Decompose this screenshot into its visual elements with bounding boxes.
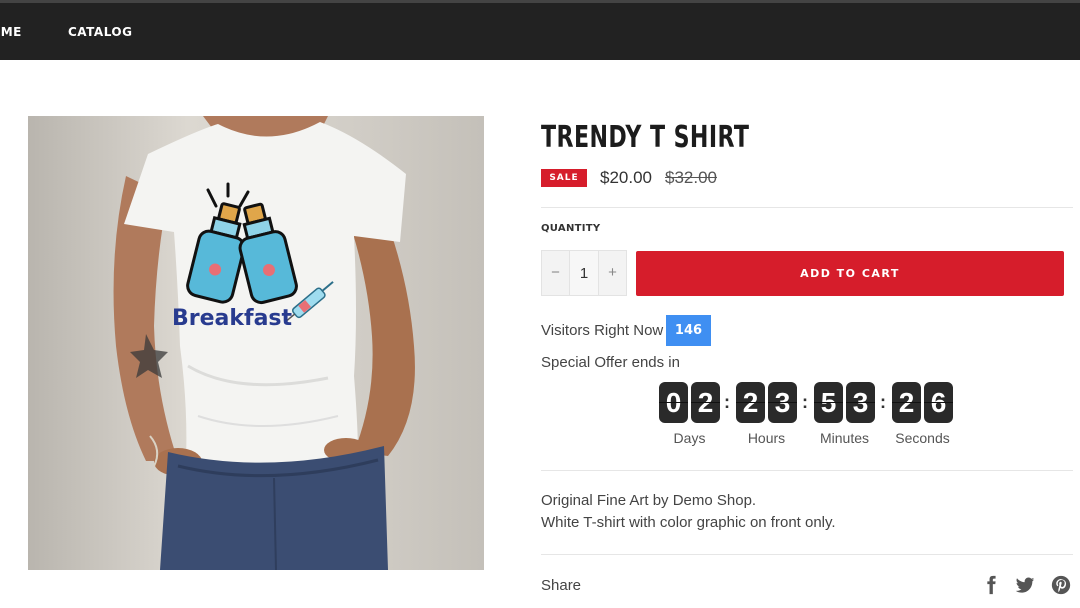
countdown-digit: 2 [691, 382, 720, 423]
countdown-minutes-label: Minutes [819, 430, 870, 446]
quantity-label: QUANTITY [541, 223, 601, 234]
countdown-digit: 6 [924, 382, 953, 423]
countdown-digit: 5 [814, 382, 843, 423]
product-title: TRENDY T SHIRT [541, 120, 750, 155]
product-description-line: Original Fine Art by Demo Shop. [541, 492, 757, 509]
countdown-digit: 3 [846, 382, 875, 423]
shirt-print-text: Breakfast [172, 306, 293, 331]
countdown-seconds-label: Seconds [895, 430, 950, 446]
tshirt-model-photo: Breakfast [113, 116, 415, 570]
site-header: OME CATALOG [0, 0, 1080, 60]
compare-at-price: $32.00 [665, 168, 717, 187]
quantity-increase-button[interactable]: + [598, 251, 626, 295]
nav-catalog-link[interactable]: CATALOG [68, 25, 132, 39]
countdown-digit: 3 [768, 382, 797, 423]
share-label: Share [541, 577, 582, 594]
quantity-decrease-button[interactable]: − [542, 251, 570, 295]
facebook-icon[interactable] [980, 574, 1002, 596]
countdown-separator: : [802, 392, 808, 412]
visitors-label: Visitors Right Now [541, 322, 664, 339]
divider [541, 207, 1073, 208]
nav-home-link[interactable]: OME [0, 25, 22, 39]
countdown-digit: 0 [659, 382, 688, 423]
twitter-icon[interactable] [1014, 574, 1036, 596]
countdown-hours-label: Hours [747, 430, 786, 446]
quantity-stepper: − + [541, 250, 627, 296]
product-image[interactable]: Breakfast [28, 116, 484, 570]
quantity-input[interactable] [570, 251, 598, 295]
countdown-digit: 2 [892, 382, 921, 423]
countdown-digit: 2 [736, 382, 765, 423]
countdown-days-label: Days [673, 430, 706, 446]
add-to-cart-button[interactable]: ADD TO CART [636, 251, 1064, 296]
divider [541, 554, 1073, 555]
visitors-count-badge: 146 [666, 315, 711, 346]
pinterest-icon[interactable] [1050, 574, 1072, 596]
countdown-separator: : [724, 392, 730, 412]
countdown-separator: : [880, 392, 886, 412]
divider [541, 470, 1073, 471]
sale-badge: SALE [541, 169, 587, 187]
product-description-line: White T-shirt with color graphic on fron… [541, 514, 836, 531]
special-offer-label: Special Offer ends in [541, 354, 680, 371]
product-price: $20.00 [600, 168, 652, 187]
